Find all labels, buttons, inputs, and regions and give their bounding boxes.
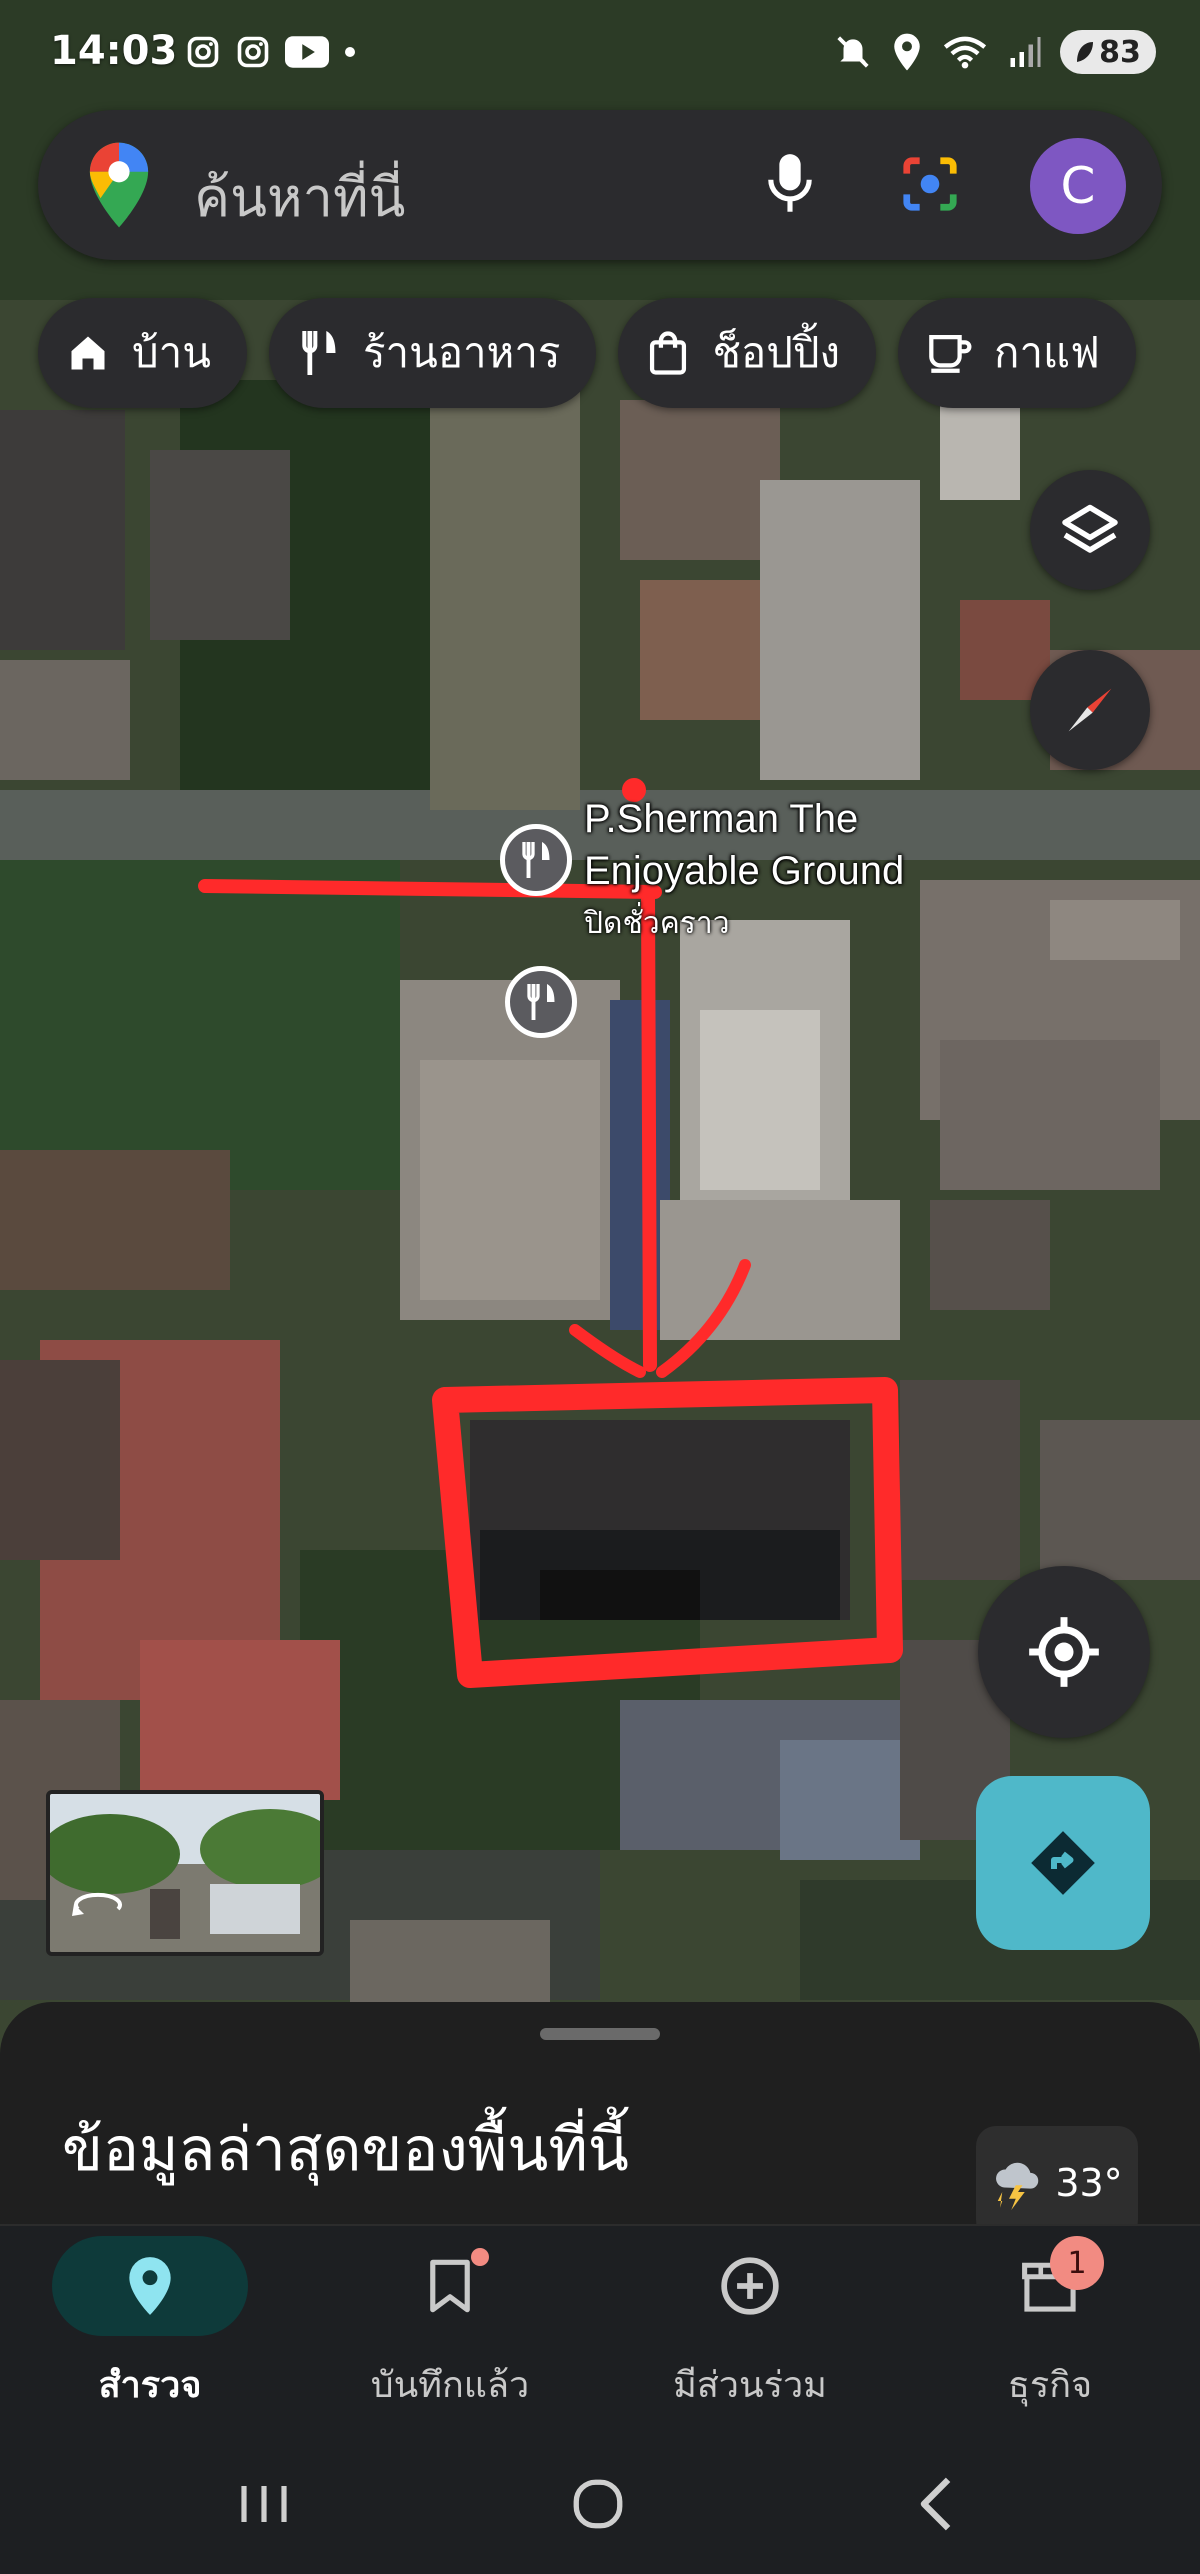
compass-icon bbox=[1068, 688, 1112, 732]
nav-contribute[interactable]: มีส่วนร่วม bbox=[600, 2226, 900, 2436]
bottom-navigation: สำรวจ บันทึกแล้ว มีส่วนร่วม 1 ธุรกิจ bbox=[0, 2224, 1200, 2434]
search-input[interactable]: ค้นหาที่นี่ bbox=[194, 154, 405, 240]
status-time: 14:03 bbox=[50, 28, 178, 74]
status-notification-icons bbox=[185, 34, 357, 70]
battery-level: 83 bbox=[1099, 34, 1141, 70]
nav-explore[interactable]: สำรวจ bbox=[0, 2226, 300, 2436]
explore-pin-icon bbox=[129, 2257, 171, 2315]
restaurant-icon bbox=[302, 331, 336, 375]
instagram-icon bbox=[237, 36, 269, 68]
google-maps-logo-icon bbox=[89, 142, 149, 228]
nav-saved-indicator bbox=[352, 2236, 548, 2336]
avatar[interactable]: C bbox=[1030, 138, 1126, 234]
search-bar[interactable]: ค้นหาที่นี่ C bbox=[38, 110, 1162, 260]
nav-business[interactable]: 1 ธุรกิจ bbox=[900, 2226, 1200, 2436]
notification-dot bbox=[471, 2248, 489, 2266]
back-chevron-icon bbox=[920, 2477, 951, 2531]
leaf-icon bbox=[1077, 42, 1094, 62]
google-lens-icon[interactable] bbox=[890, 144, 970, 224]
youtube-icon bbox=[285, 36, 329, 68]
notification-badge: 1 bbox=[1050, 2236, 1104, 2290]
mic-icon[interactable] bbox=[750, 144, 830, 224]
home-button[interactable] bbox=[538, 2464, 658, 2544]
weather-chip[interactable]: 33° bbox=[976, 2126, 1138, 2240]
nav-label: สำรวจ bbox=[98, 2365, 202, 2406]
restaurant-icon bbox=[527, 984, 555, 1020]
instagram-icon bbox=[187, 36, 219, 68]
place-name-label[interactable]: P.Sherman The Enjoyable Ground bbox=[584, 793, 904, 897]
restaurant-poi-pin[interactable] bbox=[500, 824, 572, 896]
add-circle-icon bbox=[721, 2257, 779, 2315]
restaurant-poi-pin[interactable] bbox=[505, 966, 577, 1038]
compass-button[interactable] bbox=[1030, 650, 1150, 770]
home-icon bbox=[71, 336, 105, 370]
layers-button[interactable] bbox=[1030, 470, 1150, 590]
restaurant-icon bbox=[522, 842, 550, 878]
weather-temperature: 33° bbox=[1055, 2161, 1123, 2205]
chip-coffee[interactable]: กาแฟ bbox=[898, 298, 1136, 408]
chip-label: ร้านอาหาร bbox=[362, 328, 561, 377]
sheet-title: ข้อมูลล่าสุดของพื้นที่นี้ bbox=[62, 2115, 629, 2185]
recent-apps-icon bbox=[241, 2486, 287, 2522]
back-button[interactable] bbox=[876, 2464, 996, 2544]
my-location-button[interactable] bbox=[978, 1566, 1150, 1738]
status-bar: 14:03 83 bbox=[0, 0, 1200, 100]
system-navigation-bar bbox=[0, 2434, 1200, 2574]
place-status-label: ปิดชั่วคราว bbox=[584, 906, 730, 941]
nav-saved[interactable]: บันทึกแล้ว bbox=[300, 2226, 600, 2436]
place-name-line2: Enjoyable Ground bbox=[584, 849, 905, 893]
recent-apps-button[interactable] bbox=[204, 2464, 324, 2544]
chip-label: ช็อปปิ้ง bbox=[712, 328, 841, 377]
nav-explore-indicator bbox=[52, 2236, 248, 2336]
location-icon bbox=[894, 33, 920, 71]
nav-label: ธุรกิจ bbox=[1007, 2365, 1093, 2406]
chip-label: บ้าน bbox=[132, 328, 211, 377]
bottom-sheet[interactable]: ข้อมูลล่าสุดของพื้นที่นี้ 33° bbox=[0, 2002, 1200, 2240]
nav-label: บันทึกแล้ว bbox=[370, 2365, 530, 2406]
home-circle-icon bbox=[573, 2479, 623, 2529]
layers-icon bbox=[1062, 504, 1118, 553]
category-chips: บ้าน ร้านอาหาร ช็อปปิ้ง กาแฟ bbox=[38, 298, 1136, 408]
nav-label: มีส่วนร่วม bbox=[673, 2365, 827, 2406]
chip-home[interactable]: บ้าน bbox=[38, 298, 247, 408]
my-location-icon bbox=[1029, 1617, 1099, 1687]
directions-button[interactable] bbox=[976, 1776, 1150, 1950]
shopping-bag-icon bbox=[650, 331, 687, 375]
chip-shopping[interactable]: ช็อปปิ้ง bbox=[618, 298, 877, 408]
coffee-icon bbox=[929, 334, 972, 373]
directions-icon bbox=[1031, 1831, 1095, 1895]
street-view-thumbnail[interactable] bbox=[46, 1790, 324, 1956]
place-name-line1: P.Sherman The bbox=[584, 797, 859, 841]
street-view-photo bbox=[50, 1794, 320, 1952]
status-system-icons: 83 bbox=[834, 30, 1156, 74]
chip-restaurant[interactable]: ร้านอาหาร bbox=[268, 298, 597, 408]
dot-icon bbox=[345, 47, 355, 57]
wifi-icon bbox=[943, 36, 987, 69]
nav-business-indicator bbox=[952, 2236, 1148, 2336]
nav-contribute-indicator bbox=[652, 2236, 848, 2336]
chip-label: กาแฟ bbox=[994, 328, 1100, 377]
thunderstorm-icon bbox=[996, 2162, 1039, 2210]
bookmark-icon bbox=[430, 2259, 470, 2313]
battery-icon: 83 bbox=[1060, 30, 1156, 74]
sheet-drag-handle[interactable] bbox=[540, 2028, 660, 2040]
signal-icon bbox=[1010, 37, 1041, 67]
mute-icon bbox=[837, 36, 869, 68]
